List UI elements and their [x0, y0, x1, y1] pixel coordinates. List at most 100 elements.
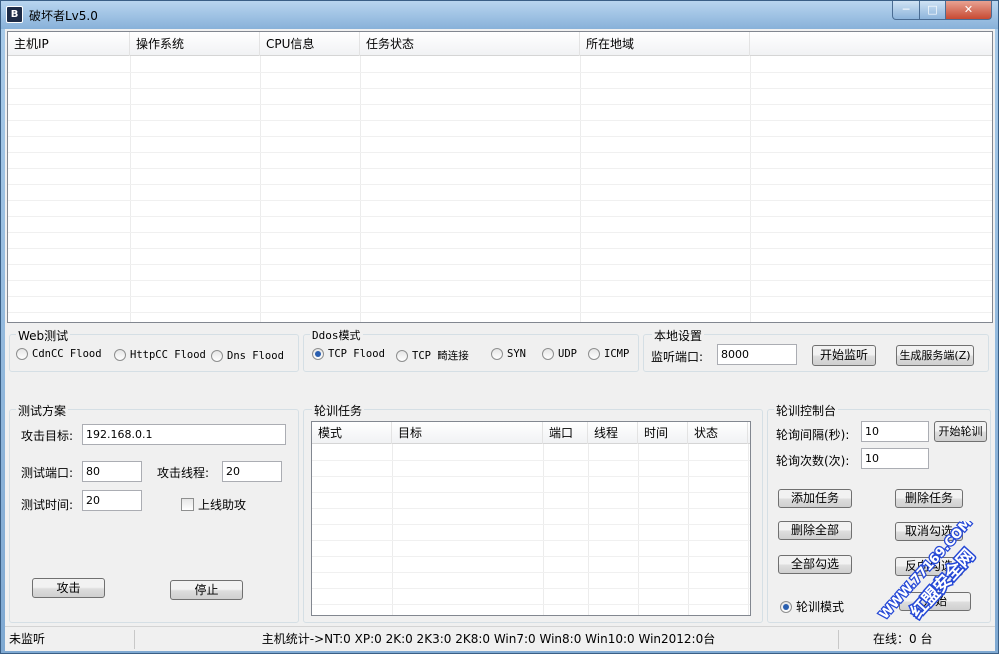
- grid-line: [312, 588, 750, 589]
- grid-line: [312, 540, 750, 541]
- minimize-button[interactable]: ─: [892, 1, 920, 20]
- grid-line: [8, 152, 992, 153]
- radio-icon: [211, 350, 223, 362]
- column-target[interactable]: 目标: [392, 422, 543, 444]
- grid-line: [312, 492, 750, 493]
- column-time[interactable]: 时间: [638, 422, 688, 444]
- start-rotation-button[interactable]: 开始轮训: [934, 421, 987, 442]
- assist-online-checkbox[interactable]: 上线助攻: [181, 496, 246, 513]
- rotation-task-list[interactable]: 模式 目标 端口 线程 时间 状态: [311, 421, 751, 616]
- radio-label: Dns Flood: [227, 350, 284, 362]
- stop-button[interactable]: 停止: [170, 580, 243, 600]
- attack-target-label: 攻击目标:: [21, 429, 74, 443]
- listen-state: 未监听: [7, 630, 135, 649]
- test-time-label: 测试时间:: [21, 498, 74, 512]
- radio-label: TCP Flood: [328, 348, 385, 360]
- delete-all-button[interactable]: 删除全部: [778, 521, 852, 540]
- count-label: 轮询次数(次):: [776, 454, 850, 468]
- grid-line: [8, 264, 992, 265]
- column-region[interactable]: 所在地域: [580, 32, 750, 56]
- rotation-mode-radio[interactable]: 轮训模式: [780, 598, 844, 615]
- ddos-mode-label: Ddos模式: [310, 327, 363, 343]
- grid-line: [588, 444, 589, 615]
- grid-line: [8, 216, 992, 217]
- start-mode-button[interactable]: 开始: [899, 592, 971, 611]
- grid-line: [580, 56, 581, 322]
- radio-httpcc-flood[interactable]: HttpCC Flood: [114, 349, 206, 361]
- column-extra[interactable]: [750, 32, 990, 56]
- listen-port-label: 监听端口:: [651, 350, 704, 364]
- radio-selected-icon: [780, 600, 792, 613]
- column-threads[interactable]: 线程: [588, 422, 638, 444]
- main-window: B 破坏者Lv5.0 ─ □ ✕ 主机IP 操作系统 CPU信息 任务状态 所在…: [0, 0, 999, 654]
- check-all-button[interactable]: 全部勾选: [778, 555, 852, 574]
- delete-task-button[interactable]: 删除任务: [895, 489, 963, 508]
- count-input[interactable]: 10: [861, 448, 929, 469]
- radio-dns-flood[interactable]: Dns Flood: [211, 350, 284, 362]
- test-plan-label: 测试方案: [16, 402, 69, 419]
- attack-threads-input[interactable]: 20: [222, 461, 282, 482]
- radio-tcp-malformed[interactable]: TCP 畸连接: [396, 348, 469, 363]
- grid-line: [8, 72, 992, 73]
- start-listen-button[interactable]: 开始监听: [812, 345, 876, 366]
- interval-input[interactable]: 10: [861, 421, 929, 442]
- radio-tcp-flood[interactable]: TCP Flood: [312, 348, 385, 360]
- grid-line: [8, 232, 992, 233]
- grid-line: [392, 444, 393, 615]
- grid-line: [312, 604, 750, 605]
- column-os[interactable]: 操作系统: [130, 32, 260, 56]
- test-plan-group: 测试方案 攻击目标: 192.168.0.1 测试端口: 80 攻击线程: 20…: [9, 402, 299, 623]
- test-port-label: 测试端口:: [21, 466, 74, 480]
- grid-line: [543, 444, 544, 615]
- uncheck-button[interactable]: 取消勾选: [895, 522, 963, 541]
- maximize-button[interactable]: □: [919, 1, 946, 20]
- grid-line: [8, 200, 992, 201]
- radio-label: ICMP: [604, 348, 630, 360]
- test-time-input[interactable]: 20: [82, 490, 142, 511]
- radio-syn[interactable]: SYN: [491, 348, 526, 360]
- grid-line: [748, 444, 749, 615]
- radio-cdncc-flood[interactable]: CdnCC Flood: [16, 348, 102, 360]
- grid-line: [312, 508, 750, 509]
- test-port-input[interactable]: 80: [82, 461, 142, 482]
- grid-line: [312, 460, 750, 461]
- column-cpu[interactable]: CPU信息: [260, 32, 360, 56]
- generate-server-button[interactable]: 生成服务端(Z): [896, 345, 974, 366]
- column-port[interactable]: 端口: [543, 422, 588, 444]
- title-bar[interactable]: B 破坏者Lv5.0 ─ □ ✕: [1, 1, 998, 29]
- column-mode[interactable]: 模式: [312, 422, 392, 444]
- grid-line: [260, 56, 261, 322]
- listen-port-input[interactable]: 8000: [717, 344, 797, 365]
- grid-line: [130, 56, 131, 322]
- invert-selection-button[interactable]: 反向勾选: [895, 557, 963, 576]
- column-host-ip[interactable]: 主机IP: [8, 32, 130, 56]
- grid-line: [8, 136, 992, 137]
- grid-line: [8, 296, 992, 297]
- attack-threads-label: 攻击线程:: [157, 466, 210, 480]
- column-status[interactable]: 状态: [688, 422, 748, 444]
- attack-target-input[interactable]: 192.168.0.1: [82, 424, 286, 445]
- radio-label: CdnCC Flood: [32, 348, 102, 360]
- close-button[interactable]: ✕: [945, 1, 992, 20]
- checkbox-label: 上线助攻: [198, 498, 247, 512]
- grid-line: [750, 56, 751, 322]
- attack-button[interactable]: 攻击: [32, 578, 105, 598]
- status-bar: 未监听 主机统计->NT:0 XP:0 2K:0 2K3:0 2K8:0 Win…: [5, 626, 995, 651]
- add-task-button[interactable]: 添加任务: [778, 489, 852, 508]
- checkbox-icon: [181, 498, 194, 511]
- grid-line: [8, 168, 992, 169]
- grid-line: [8, 248, 992, 249]
- host-list[interactable]: 主机IP 操作系统 CPU信息 任务状态 所在地域: [7, 31, 993, 323]
- host-statistics: 主机统计->NT:0 XP:0 2K:0 2K3:0 2K8:0 Win7:0 …: [139, 630, 839, 649]
- radio-label: TCP 畸连接: [412, 350, 469, 362]
- interval-label: 轮询间隔(秒):: [776, 428, 850, 442]
- grid-line: [312, 476, 750, 477]
- column-task-status[interactable]: 任务状态: [360, 32, 580, 56]
- host-list-header: 主机IP 操作系统 CPU信息 任务状态 所在地域: [8, 32, 992, 56]
- radio-icmp[interactable]: ICMP: [588, 348, 629, 360]
- radio-label: HttpCC Flood: [130, 349, 206, 361]
- rotation-task-header: 模式 目标 端口 线程 时间 状态: [312, 422, 750, 444]
- radio-udp[interactable]: UDP: [542, 348, 577, 360]
- grid-line: [638, 444, 639, 615]
- grid-line: [8, 280, 992, 281]
